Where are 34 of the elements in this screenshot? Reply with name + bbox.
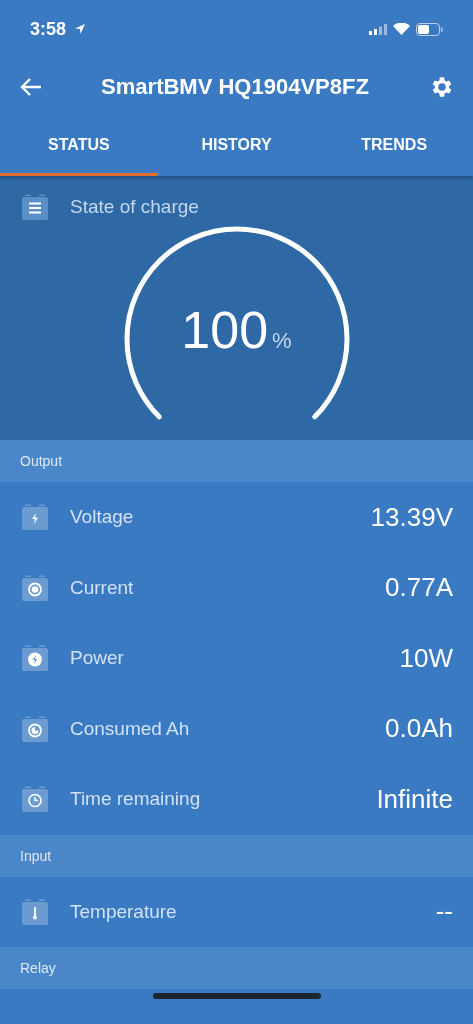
tab[interactable]: HISTORY: [157, 116, 316, 176]
reading-value: Infinite: [376, 783, 453, 815]
device-title: SmartBMV HQ1904VP8FZ: [100, 74, 370, 100]
reading-value: 0.0Ah: [385, 713, 453, 745]
wifi-icon: [393, 23, 410, 35]
reading-label: Current: [70, 576, 135, 599]
reading-label: Time remaining: [70, 788, 202, 811]
reading-label: Voltage: [70, 506, 135, 529]
reading-value: 10W: [399, 642, 453, 674]
section-title: Relay: [20, 960, 56, 976]
dot-battery-icon: [22, 574, 48, 601]
reading-label: Temperature: [70, 900, 178, 923]
section-title: Input: [20, 847, 52, 864]
section-title: Output: [20, 453, 63, 469]
reading-value: --: [435, 896, 453, 928]
power-battery-icon: [22, 645, 48, 672]
reading-label: Consumed Ah: [70, 717, 191, 740]
tab[interactable]: TRENDS: [315, 116, 473, 176]
status-time: 3:58: [30, 18, 67, 40]
bolt-battery-icon: [22, 504, 48, 531]
charge-label: State of charge: [70, 196, 199, 218]
reading-value: 13.39V: [370, 501, 453, 533]
battery-icon: [416, 22, 443, 36]
back-arrow-icon[interactable]: [20, 77, 42, 97]
thermo-battery-icon: [22, 898, 48, 925]
moon-battery-icon: [22, 715, 48, 742]
clock-battery-icon: [22, 786, 48, 813]
reading-label: Power: [70, 647, 125, 670]
signal-icon: [369, 23, 387, 35]
charge-value: 100: [181, 300, 269, 360]
battery-list-icon: [22, 194, 48, 220]
charge-unit: %: [272, 328, 292, 354]
reading-value: 0.77A: [385, 572, 453, 604]
location-arrow-icon: [74, 23, 87, 35]
